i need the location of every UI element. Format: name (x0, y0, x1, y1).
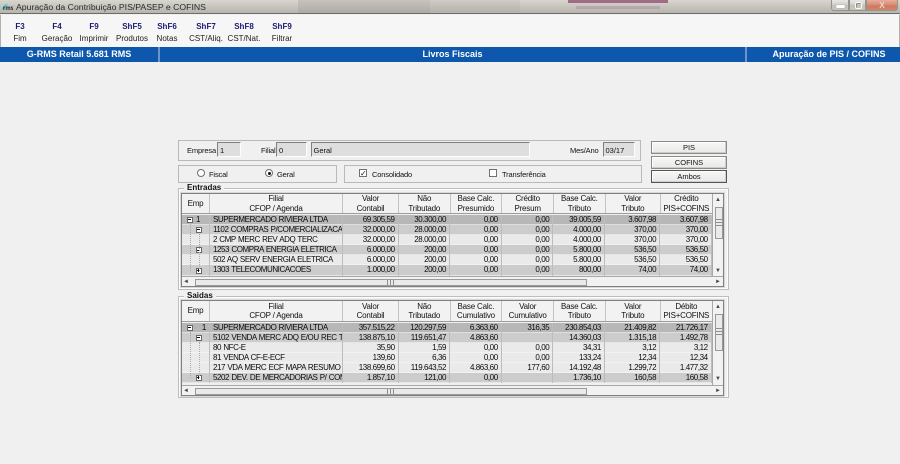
svg-text:rms: rms (3, 6, 13, 11)
